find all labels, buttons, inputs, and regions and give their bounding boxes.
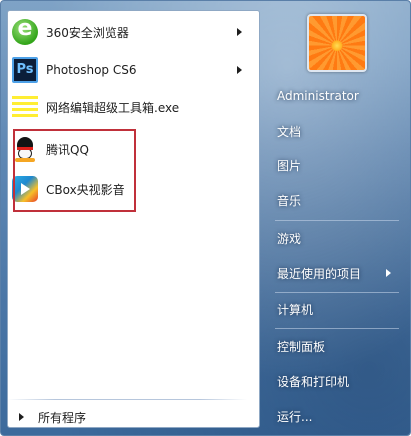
program-label: 360安全浏览器 [46,25,129,40]
program-label: 网络编辑超级工具箱.exe [46,100,180,115]
program-item-360-browser[interactable]: 360安全浏览器 [6,15,250,49]
start-menu: 360安全浏览器 Photoshop CS6 网络编辑超级工具箱.exe 腾讯Q… [0,0,411,436]
user-name-link[interactable]: Administrator [267,81,405,111]
program-label: Photoshop CS6 [46,63,137,77]
toolbox-icon [12,94,38,120]
submenu-arrow-icon [386,269,391,277]
right-item-label: 游戏 [277,231,302,246]
right-item-documents[interactable]: 文档 [267,116,405,146]
right-item-devices-printers[interactable]: 设备和打印机 [267,366,405,396]
right-item-pictures[interactable]: 图片 [267,150,405,180]
program-item-toolbox[interactable]: 网络编辑超级工具箱.exe [6,90,250,124]
expand-arrow-icon [19,413,24,421]
360-browser-icon [12,16,38,45]
right-item-label: 图片 [277,158,302,173]
right-item-label: 设备和打印机 [277,374,350,389]
right-item-games[interactable]: 游戏 [267,223,405,253]
right-item-control-panel[interactable]: 控制面板 [267,331,405,361]
right-separator [275,292,399,293]
photoshop-icon [12,57,38,83]
user-name-label: Administrator [277,89,359,103]
submenu-arrow-icon[interactable] [237,66,242,74]
right-item-label: 运行... [277,409,313,424]
right-item-label: 最近使用的项目 [277,266,362,281]
right-item-label: 计算机 [277,302,314,317]
right-item-computer[interactable]: 计算机 [267,294,405,324]
program-item-photoshop[interactable]: Photoshop CS6 [6,53,250,87]
user-avatar[interactable] [307,14,367,72]
submenu-arrow-icon[interactable] [237,28,242,36]
right-item-label: 控制面板 [277,339,326,354]
highlight-annotation-box [13,129,136,212]
right-item-label: 音乐 [277,193,302,208]
right-item-run[interactable]: 运行... [267,401,405,431]
right-separator [275,328,399,329]
right-separator [275,220,399,221]
all-programs-separator [7,399,247,400]
all-programs-label: 所有程序 [38,410,87,425]
right-item-label: 文档 [277,124,302,139]
right-item-recent-items[interactable]: 最近使用的项目 [267,258,405,288]
all-programs-button[interactable]: 所有程序 [7,405,250,429]
right-item-music[interactable]: 音乐 [267,185,405,215]
